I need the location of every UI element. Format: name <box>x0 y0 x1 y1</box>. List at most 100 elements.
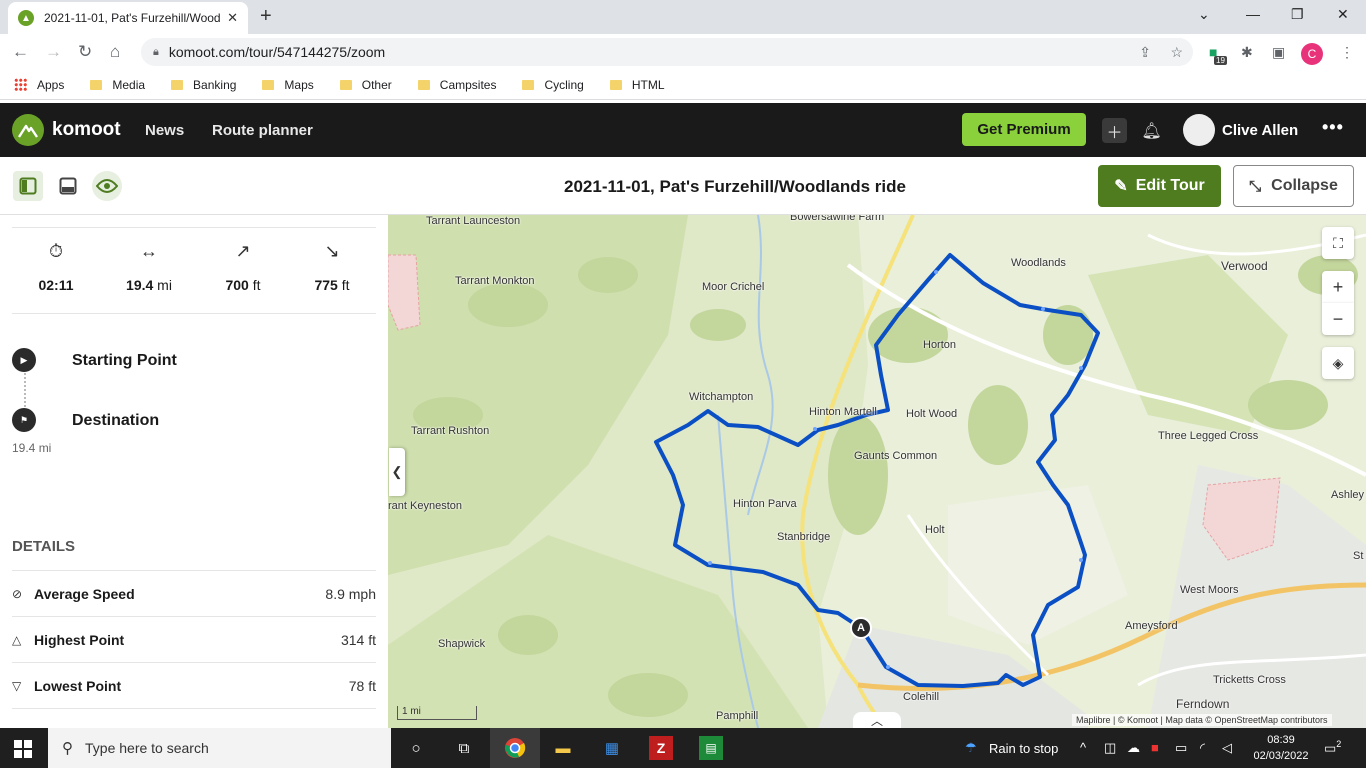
place-label: Ameysford <box>1125 620 1178 632</box>
battery-icon[interactable]: ▭ <box>1175 740 1187 756</box>
panel-collapse-toggle[interactable]: ❮ <box>389 448 405 496</box>
map-attribution[interactable]: Maplibre | © Komoot | Map data © OpenStr… <box>1072 714 1332 726</box>
taskbar-clock[interactable]: 08:39 02/03/2022 <box>1246 732 1316 764</box>
map-view[interactable]: Tarrant Launceston Bowersawine Farm Wood… <box>388 215 1366 728</box>
komoot-logo[interactable]: komoot <box>12 114 121 146</box>
starting-point-label[interactable]: Starting Point <box>72 352 177 370</box>
extensions-puzzle-icon[interactable]: ✱ <box>1241 44 1253 61</box>
chrome-menu-icon[interactable]: ⋮ <box>1340 44 1354 61</box>
notifications-icon[interactable]: ▭2 <box>1324 739 1341 756</box>
windows-taskbar: ⚲ Type here to search ○ ⧉ ▬ ▦ Z ▤ ☂ Rain… <box>0 728 1366 768</box>
browser-tab[interactable]: ▲ 2021-11-01, Pat's Furzehill/Woodlands … <box>8 2 248 34</box>
bookmark-cycling[interactable]: Cycling <box>522 78 584 92</box>
komoot-header: komoot News Route planner Get Premium ＋ … <box>0 103 1366 157</box>
nav-route-planner[interactable]: Route planner <box>212 122 313 139</box>
place-label: Holt Wood <box>906 408 958 420</box>
distance-arrows-icon: ↔ <box>140 241 158 261</box>
wifi-icon[interactable]: ◜ <box>1200 740 1205 756</box>
stat-duration: ⏱︎ 02:11 <box>16 241 96 293</box>
place-label: Woodlands <box>1011 257 1066 269</box>
bottom-panel-view-icon[interactable] <box>53 171 83 201</box>
place-label: Tarrant Rushton <box>411 425 490 437</box>
bookmark-maps[interactable]: Maps <box>262 78 314 92</box>
bookmark-star-icon[interactable]: ☆ <box>1170 44 1183 61</box>
tour-title-bar: 2021-11-01, Pat's Furzehill/Woodlands ri… <box>0 157 1366 215</box>
folder-icon <box>90 79 103 90</box>
split-view-icon[interactable] <box>13 171 43 201</box>
address-bar[interactable]: 🔒︎ komoot.com/tour/547144275/zoom ☆ ⇪ <box>141 38 1193 66</box>
bookmark-other[interactable]: Other <box>339 78 392 92</box>
bookmark-media[interactable]: Media <box>90 78 145 92</box>
onedrive-icon[interactable]: ☁ <box>1127 740 1140 756</box>
detail-row-highest-point: △ Highest Point 314 ft <box>12 616 376 662</box>
get-premium-button[interactable]: Get Premium <box>962 113 1086 146</box>
bell-icon[interactable]: 🔔︎ <box>1139 118 1164 143</box>
place-label: Tarrant Monkton <box>455 275 535 287</box>
fit-route-icon[interactable]: ⛶ <box>1322 227 1354 259</box>
browser-toolbar: ← → ↻ ⌂ 🔒︎ komoot.com/tour/547144275/zoo… <box>0 34 1366 70</box>
speed-icon: ⊘ <box>12 586 23 601</box>
tab-search-icon[interactable]: ⌄ <box>1198 6 1210 23</box>
eye-icon[interactable] <box>92 171 122 201</box>
spreadsheet-icon[interactable]: ▤ <box>699 736 723 760</box>
app-tray-icon[interactable]: ■ <box>1151 740 1159 755</box>
brand-name: komoot <box>52 119 121 140</box>
bookmark-banking[interactable]: Banking <box>171 78 236 92</box>
zoom-out-button[interactable]: − <box>1322 303 1354 335</box>
search-placeholder: Type here to search <box>85 740 209 756</box>
back-icon[interactable]: ← <box>12 42 29 62</box>
folder-icon <box>171 79 184 90</box>
map-canvas <box>388 215 1366 728</box>
weather-icon[interactable]: ☂ <box>965 740 977 756</box>
maximize-icon[interactable]: ❐ <box>1291 6 1304 23</box>
forward-icon[interactable]: → <box>45 42 62 62</box>
volume-icon[interactable]: ◁ <box>1222 740 1232 756</box>
zoom-in-button[interactable]: + <box>1322 271 1354 303</box>
store-icon[interactable]: ▦ <box>600 736 624 760</box>
reading-list-icon[interactable]: ▣ <box>1272 44 1285 61</box>
taskbar-search-box[interactable]: ⚲ Type here to search <box>48 728 391 768</box>
camera-icon[interactable]: ◫ <box>1104 740 1116 756</box>
minimize-icon[interactable]: — <box>1246 6 1260 22</box>
more-icon[interactable]: ••• <box>1322 117 1344 138</box>
plus-icon[interactable]: ＋ <box>1102 118 1127 143</box>
bookmark-apps[interactable]: Apps <box>14 78 64 92</box>
weather-text[interactable]: Rain to stop <box>989 741 1058 756</box>
task-view-icon[interactable]: ⧉ <box>452 736 476 760</box>
place-label: Stanbridge <box>777 531 831 543</box>
expand-panel-button[interactable]: ︿ <box>853 712 901 728</box>
folder-icon <box>609 79 622 90</box>
filezilla-icon[interactable]: Z <box>649 736 673 760</box>
extension-badge: 19 <box>1214 56 1227 65</box>
edit-tour-button[interactable]: ✎ Edit Tour <box>1098 165 1221 207</box>
share-icon[interactable]: ⇪ <box>1139 44 1151 61</box>
user-name[interactable]: Clive Allen <box>1222 122 1298 139</box>
cortana-icon[interactable]: ○ <box>404 736 428 760</box>
windows-start-icon[interactable] <box>14 740 32 758</box>
bookmark-campsites[interactable]: Campsites <box>417 78 496 92</box>
close-tab-icon[interactable]: ✕ <box>227 10 238 26</box>
pencil-icon: ✎ <box>1114 178 1128 195</box>
profile-avatar[interactable]: C <box>1301 43 1323 65</box>
place-label: Shapwick <box>438 638 486 650</box>
home-icon[interactable]: ⌂ <box>110 42 120 62</box>
nav-news[interactable]: News <box>145 122 184 139</box>
folder-icon <box>522 79 535 90</box>
show-hidden-icons-icon[interactable]: ^ <box>1080 740 1086 755</box>
apps-grid-icon <box>14 78 27 91</box>
user-avatar[interactable] <box>1183 114 1215 146</box>
layers-icon[interactable]: ◈ <box>1322 347 1354 379</box>
lock-icon: 🔒︎ <box>153 45 159 58</box>
new-tab-icon[interactable]: + <box>260 5 272 28</box>
stat-downhill: ↘ 775 ft <box>292 241 372 293</box>
destination-label[interactable]: Destination <box>72 412 159 430</box>
file-explorer-icon[interactable]: ▬ <box>551 736 575 760</box>
chrome-taskbar-icon[interactable] <box>490 728 540 768</box>
start-marker[interactable]: A <box>850 617 872 639</box>
reload-icon[interactable]: ↻ <box>78 42 92 62</box>
bookmark-html[interactable]: HTML <box>609 78 665 92</box>
close-window-icon[interactable]: ✕ <box>1337 6 1349 23</box>
place-label: Gaunts Common <box>854 450 938 462</box>
collapse-button[interactable]: ⤡ Collapse <box>1233 165 1354 207</box>
uphill-arrow-icon: ↗ <box>235 241 251 261</box>
